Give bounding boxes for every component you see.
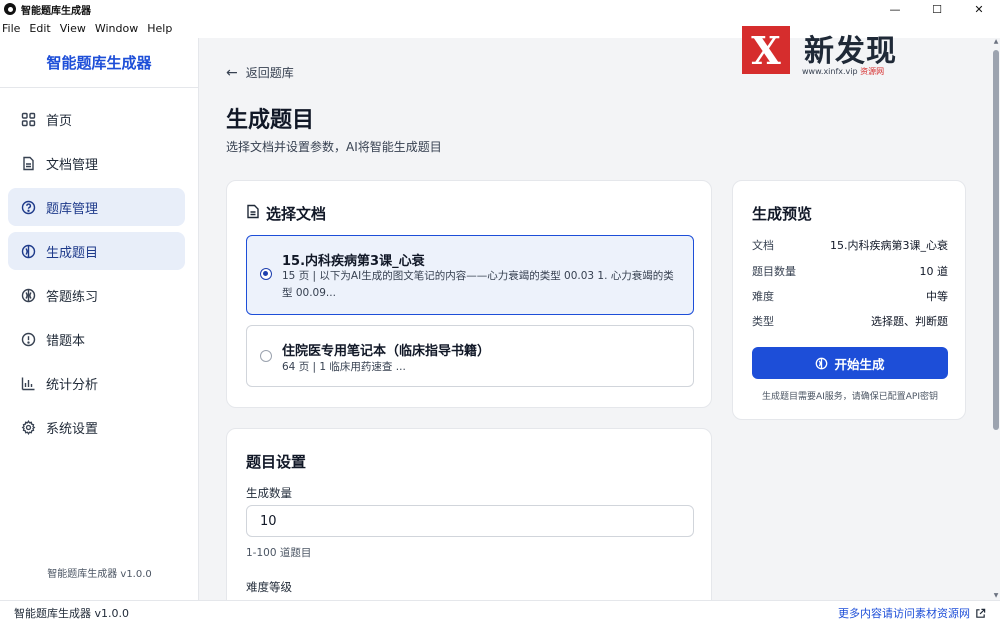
document-option[interactable]: 住院医专用笔记本（临床指导书籍） 64 页 | 1 临床用药速查 ...	[246, 325, 694, 387]
sidebar-item-label: 统计分析	[46, 377, 99, 393]
page-subtitle: 选择文档并设置参数，AI将智能生成题目	[226, 140, 442, 154]
document-desc: 15 页 | 以下为AI生成的图文笔记的内容——心力衰竭的类型 00.03 1.…	[282, 270, 674, 299]
preview-value: 15.内科疾病第3课_心衰	[830, 239, 948, 252]
question-circle-icon	[21, 200, 36, 215]
practice-icon	[21, 288, 36, 303]
count-input[interactable]: 10	[246, 505, 694, 537]
main-scrollbar[interactable]: ▲ ▼	[992, 38, 1000, 600]
scroll-up-icon[interactable]: ▲	[992, 38, 1000, 46]
document-name: 15.内科疾病第3课_心衰	[282, 254, 425, 269]
sidebar-item-label: 首页	[46, 113, 73, 129]
document-desc: 64 页 | 1 临床用药速查 ...	[282, 361, 406, 373]
menu-window[interactable]: Window	[95, 22, 138, 35]
sidebar-item-label: 文档管理	[46, 157, 99, 173]
resource-link-label: 更多内容请访问素材资源网	[838, 607, 970, 620]
bar-chart-icon	[21, 376, 36, 391]
back-link-label: 返回题库	[245, 66, 294, 80]
preview-key: 类型	[752, 315, 774, 328]
sidebar-item-label: 系统设置	[46, 421, 99, 437]
select-document-card: 选择文档 15.内科疾病第3课_心衰 15 页 | 以下为AI生成的图文笔记的内…	[226, 180, 712, 408]
document-radio[interactable]	[260, 350, 272, 362]
question-settings-card: 题目设置 生成数量 10 1-100 道题目 难度等级	[226, 428, 712, 600]
menu-help[interactable]: Help	[147, 22, 172, 35]
start-generate-label: 开始生成	[834, 356, 885, 372]
difficulty-label: 难度等级	[246, 580, 292, 594]
count-label: 生成数量	[246, 486, 292, 500]
generate-preview-card: 生成预览 文档 15.内科疾病第3课_心衰 题目数量 10 道 难度 中等 类型…	[732, 180, 966, 420]
preview-row-document: 文档 15.内科疾病第3课_心衰	[752, 237, 948, 253]
preview-row-difficulty: 难度 中等	[752, 288, 948, 304]
sidebar-item-label: 答题练习	[46, 289, 99, 305]
minimize-button[interactable]: —	[874, 0, 916, 18]
sidebar-item-label: 生成题目	[46, 245, 99, 261]
main-content: ← 返回题库 生成题目 选择文档并设置参数，AI将智能生成题目 选择文档 15.…	[200, 38, 992, 600]
alert-circle-icon	[21, 332, 36, 347]
window-controls: — ☐ ✕	[874, 0, 1000, 18]
sidebar-version: 智能题库生成器 v1.0.0	[47, 569, 152, 580]
select-document-title-text: 选择文档	[266, 205, 327, 223]
preview-key: 文档	[752, 239, 774, 252]
preview-key: 题目数量	[752, 265, 796, 278]
watermark-url: www.xinfx.vip 资源网	[802, 66, 884, 77]
preview-value: 10 道	[919, 265, 949, 278]
resource-link[interactable]: 更多内容请访问素材资源网	[838, 605, 986, 621]
sidebar-item-statistics[interactable]: 统计分析	[8, 364, 185, 402]
count-hint: 1-100 道题目	[246, 547, 312, 559]
menu-edit[interactable]: Edit	[29, 22, 50, 35]
menu-file[interactable]: File	[2, 22, 20, 35]
generate-icon	[21, 244, 36, 259]
preview-note: 生成题目需要AI服务，请确保已配置API密钥	[761, 392, 939, 402]
watermark-mark: X	[742, 26, 790, 74]
status-version: 智能题库生成器 v1.0.0	[14, 607, 129, 620]
app-icon	[4, 3, 16, 15]
back-link[interactable]: ← 返回题库	[226, 64, 294, 81]
sidebar: 智能题库生成器 首页 文档管理 题库管理 生成题目 答题练习 错题本 统计分析 …	[0, 38, 199, 600]
sidebar-item-label: 题库管理	[46, 201, 99, 217]
scroll-down-icon[interactable]: ▼	[992, 592, 1000, 600]
preview-key: 难度	[752, 290, 774, 303]
generate-icon	[815, 357, 828, 370]
sidebar-nav: 首页 文档管理 题库管理 生成题目 答题练习 错题本 统计分析 系统设置	[0, 88, 198, 446]
gear-icon	[21, 419, 36, 435]
watermark-url-suffix: 资源网	[860, 67, 885, 76]
sidebar-item-practice[interactable]: 答题练习	[8, 276, 185, 314]
preview-value: 中等	[926, 290, 948, 303]
document-name: 住院医专用笔记本（临床指导书籍）	[282, 344, 491, 359]
title-bar: 智能题库生成器 — ☐ ✕	[0, 0, 1000, 18]
close-button[interactable]: ✕	[958, 0, 1000, 18]
watermark-text: 新发现	[804, 34, 897, 69]
sidebar-item-generate[interactable]: 生成题目	[8, 232, 185, 270]
sidebar-item-home[interactable]: 首页	[8, 100, 185, 138]
document-radio-selected[interactable]	[260, 268, 272, 280]
maximize-button[interactable]: ☐	[916, 0, 958, 18]
preview-row-count: 题目数量 10 道	[752, 263, 948, 279]
document-icon	[246, 204, 260, 223]
watermark-logo: X 新发现 www.xinfx.vip 资源网	[742, 26, 920, 78]
preview-title: 生成预览	[752, 205, 813, 223]
menu-view[interactable]: View	[60, 22, 86, 35]
external-link-icon	[975, 608, 986, 619]
preview-row-type: 类型 选择题、判断题	[752, 313, 948, 329]
status-bar: 智能题库生成器 v1.0.0 更多内容请访问素材资源网	[0, 600, 1000, 625]
sidebar-item-question-bank[interactable]: 题库管理	[8, 188, 185, 226]
sidebar-item-settings[interactable]: 系统设置	[8, 408, 185, 446]
sidebar-item-documents[interactable]: 文档管理	[8, 144, 185, 182]
document-option[interactable]: 15.内科疾病第3课_心衰 15 页 | 以下为AI生成的图文笔记的内容——心力…	[246, 235, 694, 315]
start-generate-button[interactable]: 开始生成	[752, 347, 948, 379]
preview-value: 选择题、判断题	[871, 315, 948, 328]
question-settings-title: 题目设置	[246, 453, 307, 471]
document-icon	[21, 156, 36, 171]
scroll-thumb[interactable]	[993, 50, 999, 430]
arrow-left-icon: ←	[226, 64, 238, 81]
watermark-url-text: www.xinfx.vip	[802, 67, 858, 76]
window-title: 智能题库生成器	[21, 5, 91, 17]
grid-icon	[21, 112, 36, 127]
select-document-title: 选择文档	[246, 203, 326, 224]
sidebar-item-mistakes[interactable]: 错题本	[8, 320, 185, 358]
page-title: 生成题目	[226, 108, 315, 133]
sidebar-brand: 智能题库生成器	[0, 38, 198, 88]
sidebar-item-label: 错题本	[46, 333, 86, 349]
